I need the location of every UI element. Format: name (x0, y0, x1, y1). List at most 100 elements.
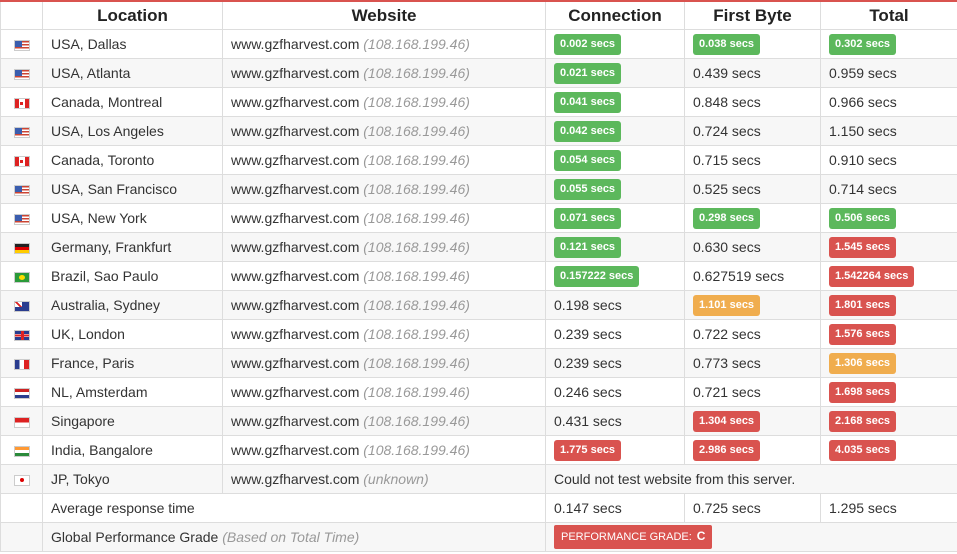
website-link[interactable]: www.gzfharvest.com (231, 413, 359, 429)
ip-address: (108.168.199.46) (363, 442, 470, 458)
location-column-header[interactable]: Location (42, 0, 223, 30)
website-link[interactable]: www.gzfharvest.com (231, 442, 359, 458)
flag-br-icon (13, 271, 30, 283)
flag-in-icon (13, 445, 30, 457)
ip-address: (108.168.199.46) (363, 123, 470, 139)
connection-cell: 0.239 secs (545, 319, 685, 349)
ip-address: (108.168.199.46) (363, 268, 470, 284)
table-row: Canada, Toronto www.gzfharvest.com (108.1… (0, 145, 957, 175)
timing-value: 0.959 secs (829, 65, 897, 81)
first-byte-cell: 0.627519 secs (684, 261, 821, 291)
grade-flag-cell (0, 522, 43, 552)
location-cell: Germany, Frankfurt (42, 232, 223, 262)
ip-address: (108.168.199.46) (363, 65, 470, 81)
flag-cell (0, 464, 43, 494)
timing-badge: 1.101 secs (693, 294, 761, 316)
timing-badge: 1.306 secs (829, 352, 897, 374)
first-byte-column-header[interactable]: First Byte (684, 0, 821, 30)
error-message: Could not test website from this server. (545, 464, 957, 494)
flag-us-icon (13, 184, 30, 196)
website-link[interactable]: www.gzfharvest.com (231, 384, 359, 400)
ip-address: (108.168.199.46) (363, 239, 470, 255)
website-cell: www.gzfharvest.com (108.168.199.46) (222, 29, 546, 59)
website-link[interactable]: www.gzfharvest.com (231, 471, 359, 487)
timing-badge: 1.304 secs (693, 410, 761, 432)
timing-badge: 0.021 secs (554, 62, 622, 84)
timing-value: 0.525 secs (693, 181, 761, 197)
flag-cell (0, 406, 43, 436)
total-cell: 0.506 secs (820, 203, 957, 233)
website-link[interactable]: www.gzfharvest.com (231, 152, 359, 168)
location-cell: Singapore (42, 406, 223, 436)
total-cell: 1.306 secs (820, 348, 957, 378)
website-link[interactable]: www.gzfharvest.com (231, 239, 359, 255)
total-column-header[interactable]: Total (820, 0, 957, 30)
flag-cell (0, 232, 43, 262)
timing-badge: 0.121 secs (554, 236, 622, 258)
flag-cell (0, 435, 43, 465)
website-cell: www.gzfharvest.com (108.168.199.46) (222, 261, 546, 291)
first-byte-cell: 0.724 secs (684, 116, 821, 146)
website-column-header[interactable]: Website (222, 0, 546, 30)
timing-badge: 0.054 secs (554, 149, 622, 171)
total-cell: 1.576 secs (820, 319, 957, 349)
flag-cell (0, 319, 43, 349)
timing-value: 0.773 secs (693, 355, 761, 371)
connection-column-header[interactable]: Connection (545, 0, 685, 30)
flag-jp-icon (13, 474, 30, 486)
timing-badge: 0.071 secs (554, 207, 622, 229)
average-label: Average response time (42, 493, 546, 523)
timing-badge: 1.576 secs (829, 323, 897, 345)
first-byte-cell: 0.038 secs (684, 29, 821, 59)
timing-value: 0.724 secs (693, 123, 761, 139)
first-byte-cell: 0.722 secs (684, 319, 821, 349)
timing-value: 0.721 secs (693, 384, 761, 400)
timing-value: 1.150 secs (829, 123, 897, 139)
website-cell: www.gzfharvest.com (unknown) (222, 464, 546, 494)
timing-badge: 1.545 secs (829, 236, 897, 258)
connection-cell: 0.021 secs (545, 58, 685, 88)
total-cell: 1.545 secs (820, 232, 957, 262)
website-link[interactable]: www.gzfharvest.com (231, 268, 359, 284)
flag-cell (0, 377, 43, 407)
flag-sg-icon (13, 416, 30, 428)
website-link[interactable]: www.gzfharvest.com (231, 210, 359, 226)
timing-value: 0.239 secs (554, 355, 622, 371)
website-link[interactable]: www.gzfharvest.com (231, 326, 359, 342)
location-cell: UK, London (42, 319, 223, 349)
website-link[interactable]: www.gzfharvest.com (231, 123, 359, 139)
website-cell: www.gzfharvest.com (108.168.199.46) (222, 116, 546, 146)
grade-label-cell: Global Performance Grade (Based on Total… (42, 522, 546, 552)
website-link[interactable]: www.gzfharvest.com (231, 65, 359, 81)
website-link[interactable]: www.gzfharvest.com (231, 297, 359, 313)
table-row: Australia, Sydney www.gzfharvest.com (108… (0, 290, 957, 320)
header-row: Location Website Connection First Byte T… (0, 0, 957, 30)
average-row: Average response time 0.147 secs 0.725 s… (0, 493, 957, 523)
ip-address: (108.168.199.46) (363, 413, 470, 429)
flag-fr-icon (13, 358, 30, 370)
location-cell: India, Bangalore (42, 435, 223, 465)
website-cell: www.gzfharvest.com (108.168.199.46) (222, 87, 546, 117)
ip-address: (108.168.199.46) (363, 210, 470, 226)
location-cell: USA, New York (42, 203, 223, 233)
total-cell: 0.959 secs (820, 58, 957, 88)
average-connection: 0.147 secs (545, 493, 685, 523)
timing-badge: 2.986 secs (693, 439, 761, 461)
timing-badge: 0.298 secs (693, 207, 761, 229)
ip-address: (unknown) (363, 471, 429, 487)
website-link[interactable]: www.gzfharvest.com (231, 181, 359, 197)
flag-us-icon (13, 213, 30, 225)
connection-cell: 0.055 secs (545, 174, 685, 204)
flag-cell (0, 203, 43, 233)
grade-label: Global Performance Grade (51, 529, 219, 545)
timing-badge: 2.168 secs (829, 410, 897, 432)
website-link[interactable]: www.gzfharvest.com (231, 36, 359, 52)
website-link[interactable]: www.gzfharvest.com (231, 94, 359, 110)
website-link[interactable]: www.gzfharvest.com (231, 355, 359, 371)
location-cell: NL, Amsterdam (42, 377, 223, 407)
first-byte-cell: 1.101 secs (684, 290, 821, 320)
first-byte-cell: 0.298 secs (684, 203, 821, 233)
location-cell: JP, Tokyo (42, 464, 223, 494)
timing-value: 0.722 secs (693, 326, 761, 342)
table-row: UK, London www.gzfharvest.com (108.168.19… (0, 319, 957, 349)
